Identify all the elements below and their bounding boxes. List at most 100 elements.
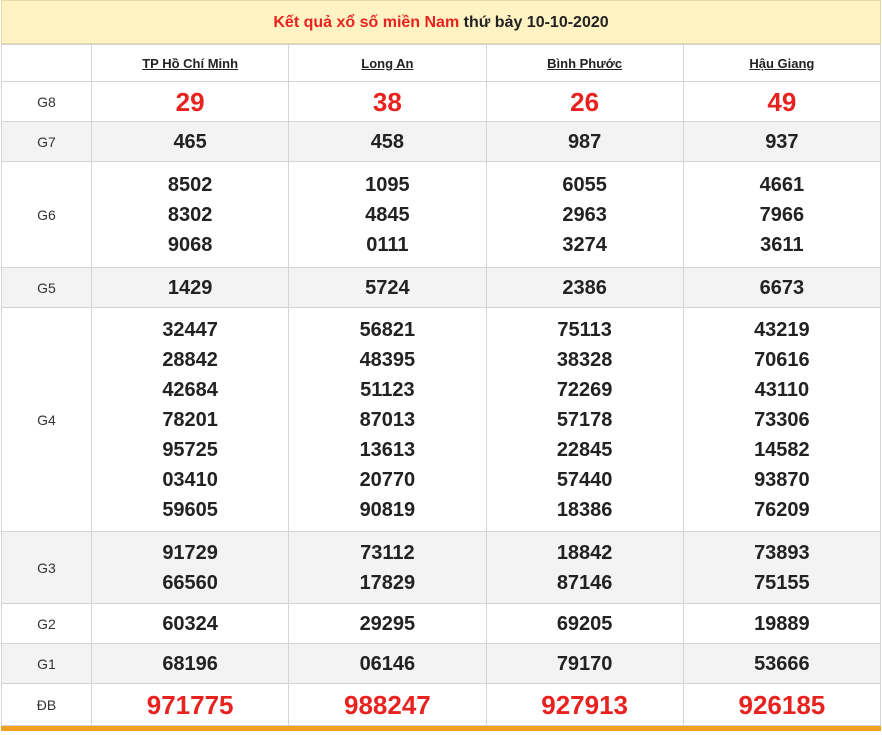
prize-number: 42684 <box>162 378 218 401</box>
prize-row-g3: G3 91729 66560 73112 17829 18842 87146 73893 751… <box>1 531 882 604</box>
prize-number: 7966 <box>759 203 805 226</box>
prize-number: 43219 <box>754 318 810 341</box>
prize-number: 78201 <box>162 408 218 431</box>
prize-cell: 6055 2963 3274 <box>485 161 684 268</box>
prize-number: 29 <box>175 86 205 117</box>
prize-cell: 18842 87146 <box>485 531 684 604</box>
prize-cell: 75113 38328 72269 57178 22845 57440 18386 <box>485 307 684 532</box>
prize-label: G2 <box>1 603 92 644</box>
prize-number: 51123 <box>360 378 415 401</box>
prize-number: 48395 <box>359 348 416 371</box>
prize-cell: 971775 <box>90 683 290 726</box>
province-link-binh-phuoc[interactable]: Bình Phước <box>485 44 684 82</box>
prize-number: 29295 <box>359 612 416 635</box>
prize-cell: 8502 8302 9068 <box>90 161 290 268</box>
prize-number: 8502 <box>167 173 213 196</box>
prize-number: 49 <box>767 86 797 117</box>
prize-number: 20770 <box>359 468 416 491</box>
prize-number: 73306 <box>754 408 810 431</box>
prize-number: 43110 <box>754 378 810 401</box>
prize-number: 4845 <box>365 203 410 226</box>
prize-cell: 49 <box>682 81 882 122</box>
prize-row-g6: G6 8502 8302 9068 1095 4845 0111 6055 2963 3274 46… <box>1 161 882 268</box>
prize-number: 87146 <box>556 571 613 594</box>
prize-number: 79170 <box>556 652 613 675</box>
prize-cell: 1429 <box>90 267 290 308</box>
prize-label: G3 <box>1 531 92 604</box>
prize-cell: 987 <box>485 121 684 162</box>
prize-number: 3274 <box>562 233 607 256</box>
prize-number: 926185 <box>738 689 826 720</box>
prize-cell: 73893 75155 <box>682 531 882 604</box>
prize-number: 5724 <box>365 276 410 299</box>
prize-number: 1429 <box>167 276 213 299</box>
prize-cell: 68196 <box>90 643 290 684</box>
prize-number: 57178 <box>556 408 613 431</box>
prize-number: 988247 <box>343 689 431 720</box>
prize-number: 458 <box>370 130 405 153</box>
prize-number: 14582 <box>754 438 810 461</box>
prize-number: 57440 <box>556 468 613 491</box>
prize-number: 90819 <box>359 498 416 521</box>
prize-number: 9068 <box>167 233 213 256</box>
prize-cell: 1095 4845 0111 <box>288 161 487 268</box>
prize-cell: 56821 48395 51123 87013 13613 20770 90819 <box>288 307 487 532</box>
prize-row-g1: G1 68196 06146 79170 53666 <box>1 643 882 684</box>
prize-number: 56821 <box>359 318 416 341</box>
prize-cell: 458 <box>288 121 487 162</box>
prize-number: 927913 <box>541 689 628 720</box>
prize-number: 66560 <box>162 571 218 594</box>
province-link-hcm[interactable]: TP Hồ Chí Minh <box>90 44 290 82</box>
prize-cell: 26 <box>485 81 684 122</box>
prize-cell: 53666 <box>682 643 882 684</box>
prize-number: 937 <box>765 130 799 153</box>
prize-label: G6 <box>1 161 92 268</box>
prize-number: 1095 <box>365 173 410 196</box>
prize-number: 22845 <box>556 438 613 461</box>
prize-number: 68196 <box>162 652 218 675</box>
prize-cell: 29295 <box>288 603 487 644</box>
bottom-bar <box>1 726 881 731</box>
prize-number: 465 <box>173 130 207 153</box>
prize-number: 73893 <box>754 541 810 564</box>
prize-number: 6673 <box>759 276 805 299</box>
prize-cell: 38 <box>288 81 487 122</box>
prize-number: 87013 <box>359 408 416 431</box>
prize-number: 18386 <box>556 498 613 521</box>
prize-number: 91729 <box>162 541 218 564</box>
prize-cell: 926185 <box>682 683 882 726</box>
prize-row-g7: G7 465 458 987 937 <box>1 121 882 162</box>
prize-label: G5 <box>1 267 92 308</box>
prize-number: 03410 <box>162 468 218 491</box>
prize-row-db: ĐB 971775 988247 927913 926185 <box>1 683 882 726</box>
province-link-hau-giang[interactable]: Hậu Giang <box>682 44 882 82</box>
prize-number: 2386 <box>562 276 607 299</box>
prize-row-g2: G2 60324 29295 69205 19889 <box>1 603 882 644</box>
prize-number: 28842 <box>162 348 218 371</box>
prize-cell: 69205 <box>485 603 684 644</box>
prize-cell: 29 <box>90 81 290 122</box>
prize-number: 3611 <box>760 233 804 256</box>
prize-number: 60324 <box>162 612 218 635</box>
prize-number: 70616 <box>754 348 810 371</box>
prize-number: 72269 <box>556 378 613 401</box>
prize-number: 73112 <box>360 541 415 564</box>
prize-cell: 43219 70616 43110 73306 14582 93870 76209 <box>682 307 882 532</box>
prize-cell: 988247 <box>288 683 487 726</box>
header-row: TP Hồ Chí Minh Long An Bình Phước Hậu Gi… <box>1 44 882 82</box>
prize-label: ĐB <box>1 683 92 726</box>
prize-number: 38328 <box>556 348 613 371</box>
prize-row-g4: G4 32447 28842 42684 78201 95725 03410 59605 568… <box>1 307 882 532</box>
prize-cell: 937 <box>682 121 882 162</box>
province-link-long-an[interactable]: Long An <box>288 44 487 82</box>
prize-number: 95725 <box>162 438 218 461</box>
header-blank <box>1 44 92 82</box>
prize-number: 0111 <box>366 233 409 256</box>
prize-cell: 79170 <box>485 643 684 684</box>
prize-number: 59605 <box>162 498 218 521</box>
prize-number: 19889 <box>754 612 810 635</box>
prize-cell: 2386 <box>485 267 684 308</box>
prize-number: 987 <box>567 130 602 153</box>
prize-label: G8 <box>1 81 92 122</box>
prize-number: 17829 <box>359 571 416 594</box>
